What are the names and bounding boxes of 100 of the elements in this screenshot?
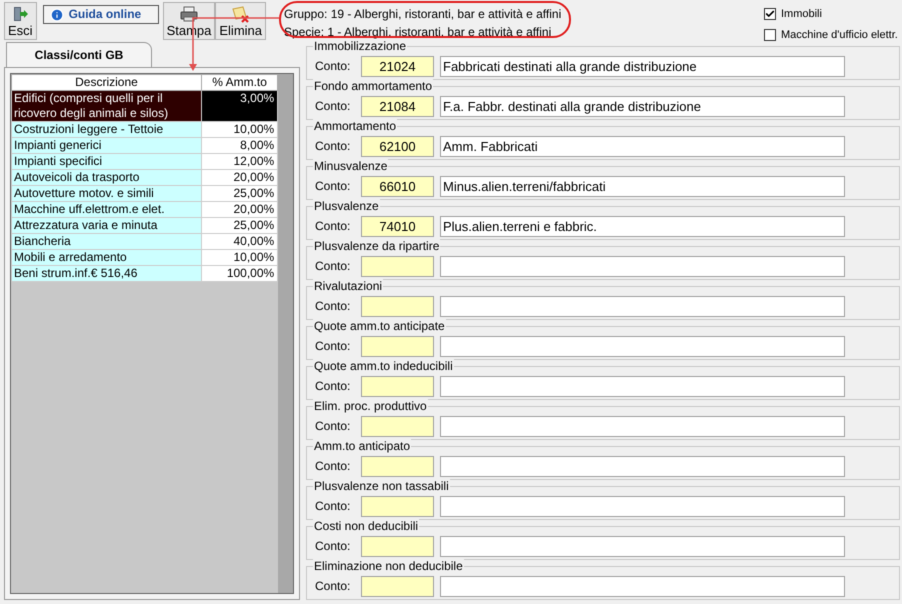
- table-row[interactable]: Impianti specifici 12,00%: [12, 154, 278, 170]
- toolbar-button[interactable]: Esci: [4, 2, 37, 40]
- field-label: Conto:: [315, 58, 352, 75]
- table-cell: Autovetture motov. e simili: [12, 186, 202, 202]
- table-row[interactable]: Costruzioni leggere - Tettoie 10,00%: [12, 122, 278, 138]
- table-row[interactable]: Edifici (compresi quelli per il ricovero degli animali e silos) 3,00%: [12, 90, 278, 122]
- field-label: Conto:: [315, 178, 352, 195]
- account-code-field[interactable]: [361, 256, 434, 276]
- account-description-field[interactable]: Minus.alien.terreni/fabbricati: [440, 176, 845, 196]
- group-title: Amm.to anticipato: [313, 439, 412, 453]
- table-cell: 25,00%: [202, 218, 278, 234]
- tab[interactable]: Classi/conti GB: [6, 42, 152, 67]
- group-title: Quote amm.to anticipate: [313, 319, 446, 333]
- account-description-field[interactable]: [440, 576, 845, 596]
- printer-icon: [180, 6, 198, 22]
- help-link-button[interactable]: Guida online: [42, 5, 159, 24]
- field-label: Conto:: [315, 298, 352, 315]
- account-description-field[interactable]: Amm. Fabbricati: [440, 136, 845, 156]
- checkbox[interactable]: [764, 8, 776, 20]
- field-label: Conto:: [315, 418, 352, 435]
- group-title: Eliminazione non deducibile: [313, 559, 464, 573]
- account-description-field[interactable]: Fabbricati destinati alla grande distribuzione: [440, 56, 845, 76]
- table-cell: 3,00%: [202, 90, 278, 122]
- table-cell: Impianti specifici: [12, 154, 202, 170]
- account-description-field[interactable]: [440, 336, 845, 356]
- table-cell: 12,00%: [202, 154, 278, 170]
- field-label: Conto:: [315, 218, 352, 235]
- checkbox-option[interactable]: Immobili: [764, 6, 898, 22]
- account-description-field[interactable]: [440, 456, 845, 476]
- checkbox-option[interactable]: Macchine d'ufficio elettr.: [764, 26, 898, 43]
- account-code-field[interactable]: [361, 576, 434, 596]
- table-cell: Mobili e arredamento: [12, 250, 202, 266]
- table-cell: 20,00%: [202, 170, 278, 186]
- table-row[interactable]: Mobili e arredamento 10,00%: [12, 250, 278, 266]
- field-label: Conto:: [315, 498, 352, 515]
- column-header[interactable]: % Amm.to: [202, 74, 278, 90]
- table-cell: 8,00%: [202, 138, 278, 154]
- table-row[interactable]: Attrezzatura varia e minuta 25,00%: [12, 218, 278, 234]
- table-cell: 100,00%: [202, 266, 278, 282]
- group-title: Ammortamento: [313, 119, 398, 133]
- account-code-field[interactable]: [361, 496, 434, 516]
- account-code-field[interactable]: [361, 536, 434, 556]
- table-cell: 10,00%: [202, 250, 278, 266]
- group-title: Fondo ammortamento: [313, 79, 434, 93]
- group-title: Quote amm.to indeducibili: [313, 359, 454, 373]
- account-code-field[interactable]: [361, 296, 434, 316]
- field-label: Conto:: [315, 458, 352, 475]
- group-title: Rivalutazioni: [313, 279, 384, 293]
- table-cell: Autoveicoli da trasporto: [12, 170, 202, 186]
- account-code-field[interactable]: 21084: [361, 96, 434, 116]
- info-icon: [50, 8, 64, 22]
- account-description-field[interactable]: [440, 256, 845, 276]
- group-title: Minusvalenze: [313, 159, 388, 173]
- group-title: Elim. proc. produttivo: [313, 399, 428, 413]
- table-cell: Biancheria: [12, 234, 202, 250]
- account-code-field[interactable]: [361, 336, 434, 356]
- toolbar-button[interactable]: Elimina: [215, 2, 266, 40]
- field-label: Conto:: [315, 98, 352, 115]
- account-code-field[interactable]: [361, 456, 434, 476]
- group-title: Plusvalenze non tassabili: [313, 479, 450, 493]
- table-cell: 20,00%: [202, 202, 278, 218]
- account-description-field[interactable]: [440, 376, 845, 396]
- group-info-text: Gruppo: 19 - Alberghi, ristoranti, bar e attività e affini: [284, 7, 562, 22]
- account-description-field[interactable]: [440, 296, 845, 316]
- table-cell: 40,00%: [202, 234, 278, 250]
- account-description-field[interactable]: Plus.alien.terreni e fabbric.: [440, 216, 845, 236]
- table-row[interactable]: Autovetture motov. e simili 25,00%: [12, 186, 278, 202]
- field-label: Conto:: [315, 378, 352, 395]
- table-cell: Beni strum.inf.€ 516,46: [12, 266, 202, 282]
- account-code-field[interactable]: 62100: [361, 136, 434, 156]
- account-description-field[interactable]: [440, 416, 845, 436]
- exit-door-icon: [12, 6, 28, 22]
- account-code-field[interactable]: [361, 376, 434, 396]
- group-title: Immobilizzazione: [313, 39, 408, 53]
- account-description-field[interactable]: F.a. Fabbr. destinati alla grande distribuzione: [440, 96, 845, 116]
- field-label: Conto:: [315, 138, 352, 155]
- table-cell: 10,00%: [202, 122, 278, 138]
- table-row[interactable]: Biancheria 40,00%: [12, 234, 278, 250]
- checkbox[interactable]: [764, 28, 776, 41]
- scrollbar[interactable]: [278, 74, 293, 593]
- field-label: Conto:: [315, 578, 352, 595]
- account-description-field[interactable]: [440, 496, 845, 516]
- column-header[interactable]: Descrizione: [12, 74, 202, 90]
- group-title: Costi non deducibili: [313, 519, 420, 533]
- field-label: Conto:: [315, 338, 352, 355]
- table-cell: Edifici (compresi quelli per il ricovero degli animali e silos): [12, 90, 202, 122]
- table-row[interactable]: Macchine uff.elettrom.e elet. 20,00%: [12, 202, 278, 218]
- check-icon: [765, 9, 775, 20]
- account-code-field[interactable]: 66010: [361, 176, 434, 196]
- table-row[interactable]: Impianti generici 8,00%: [12, 138, 278, 154]
- table-row[interactable]: Autoveicoli da trasporto 20,00%: [12, 170, 278, 186]
- table-cell: Macchine uff.elettrom.e elet.: [12, 202, 202, 218]
- table-cell: 25,00%: [202, 186, 278, 202]
- group-title: Plusvalenze da ripartire: [313, 239, 440, 253]
- table-row[interactable]: Beni strum.inf.€ 516,46 100,00%: [12, 266, 278, 282]
- account-code-field[interactable]: [361, 416, 434, 436]
- account-code-field[interactable]: 74010: [361, 216, 434, 236]
- field-label: Conto:: [315, 538, 352, 555]
- account-description-field[interactable]: [440, 536, 845, 556]
- account-code-field[interactable]: 21024: [361, 56, 434, 76]
